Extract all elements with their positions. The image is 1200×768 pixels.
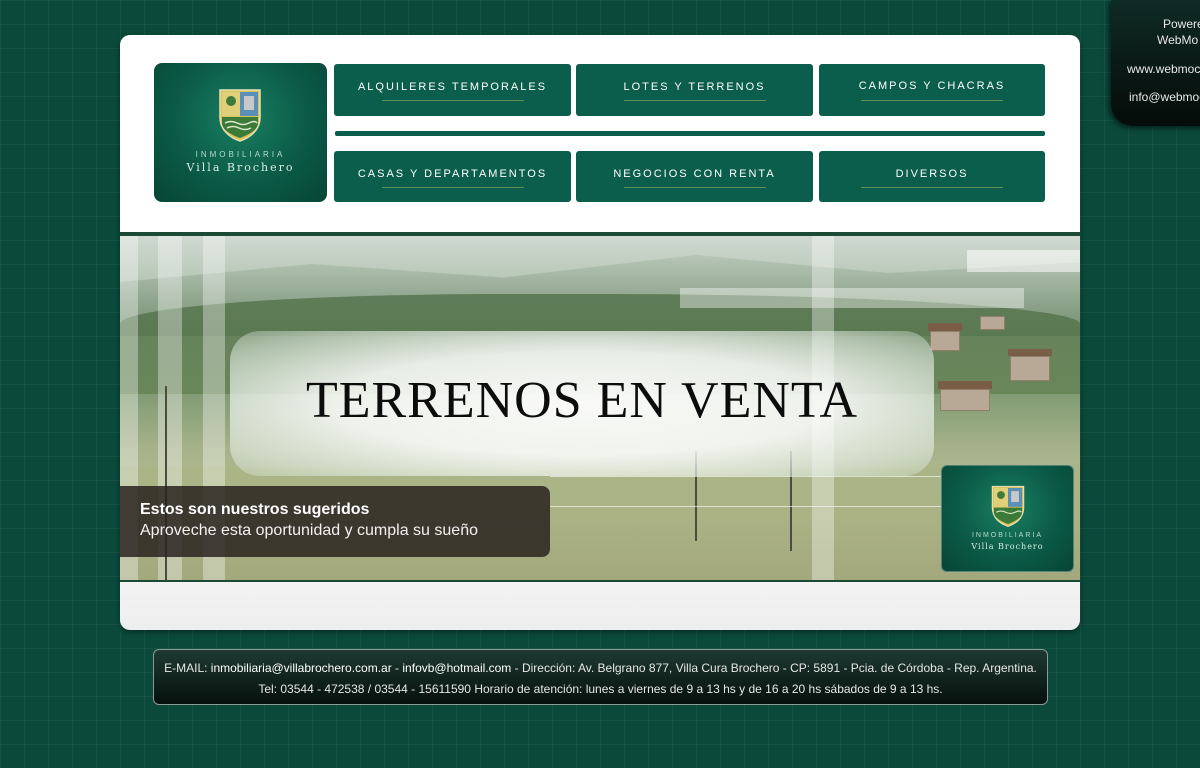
nav-underline (381, 187, 524, 188)
banner-watermark-logo: INMOBILIARIA Villa Brochero (941, 465, 1074, 572)
nav-underline (623, 100, 766, 101)
nav-label: CASAS Y DEPARTAMENTOS (357, 168, 548, 180)
nav-divider (335, 131, 1045, 136)
powered-by-email-link[interactable]: info@webmoc (1129, 90, 1200, 104)
nav-alquileres-temporales[interactable]: ALQUILERES TEMPORALES (334, 64, 571, 116)
nav-label: ALQUILERES TEMPORALES (357, 81, 548, 93)
powered-by-brand: WebMo (1157, 33, 1199, 47)
logo-brand-name: Villa Brochero (186, 161, 295, 174)
nav-label: DIVERSOS (895, 168, 969, 180)
footer-line-phone-hours: Tel: 03544 - 472538 / 03544 - 15611590 H… (258, 682, 943, 696)
footer-line-contact: E-MAIL: inmobiliaria@villabrochero.com.a… (154, 661, 1047, 675)
powered-by-text: Powere (1163, 17, 1200, 31)
banner-wire (550, 476, 950, 477)
footer-email-primary-link[interactable]: inmobiliaria@villabrochero.com.ar (211, 661, 392, 675)
suggestions-text: Aproveche esta oportunidad y cumpla su s… (140, 522, 478, 539)
banner-wire (550, 506, 950, 507)
powered-by-panel: Powere WebMo www.webmoc info@webmoc (1111, 0, 1200, 126)
nav-casas-y-departamentos[interactable]: CASAS Y DEPARTAMENTOS (334, 151, 571, 202)
nav-underline (381, 100, 524, 101)
nav-underline (861, 100, 1003, 101)
banner-light-band (680, 288, 1024, 308)
nav-underline (861, 187, 1003, 188)
banner-headline: TERRENOS EN VENTA (305, 372, 859, 429)
footer-separator: - (391, 661, 403, 675)
nav-negocios-con-renta[interactable]: NEGOCIOS CON RENTA (576, 151, 813, 202)
nav-label: CAMPOS Y CHACRAS (858, 80, 1006, 92)
contact-footer: E-MAIL: inmobiliaria@villabrochero.com.a… (153, 649, 1048, 705)
powered-by-website-link[interactable]: www.webmoc (1127, 62, 1200, 76)
nav-label: LOTES Y TERRENOS (623, 81, 766, 93)
banner-houses (920, 311, 1080, 421)
nav-campos-y-chacras[interactable]: CAMPOS Y CHACRAS (819, 64, 1045, 116)
footer-email-secondary-link[interactable]: infovb@hotmail.com (402, 661, 511, 675)
banner-light-band (967, 250, 1080, 272)
footer-email-label: E-MAIL: (164, 661, 211, 675)
headline-panel: TERRENOS EN VENTA (230, 331, 934, 476)
suggestions-title: Estos son nuestros sugeridos (140, 501, 370, 518)
crest-icon (991, 485, 1025, 527)
footer-address: - Dirección: Av. Belgrano 877, Villa Cur… (511, 661, 1037, 675)
site-logo[interactable]: INMOBILIARIA Villa Brochero (154, 63, 327, 202)
nav-label: NEGOCIOS CON RENTA (613, 168, 776, 180)
hero-banner: TERRENOS EN VENTA Estos son nuestros sug… (120, 232, 1080, 582)
main-card: INMOBILIARIA Villa Brochero ALQUILERES T… (120, 35, 1080, 630)
nav-lotes-y-terrenos[interactable]: LOTES Y TERRENOS (576, 64, 813, 116)
logo-inmobiliaria-text: INMOBILIARIA (195, 150, 286, 159)
watermark-inmobiliaria-text: INMOBILIARIA (971, 532, 1044, 539)
suggestions-caption: Estos son nuestros sugeridos Aproveche e… (120, 486, 550, 557)
crest-icon (219, 89, 261, 142)
nav-diversos[interactable]: DIVERSOS (819, 151, 1045, 202)
nav-underline (623, 187, 766, 188)
watermark-brand-name: Villa Brochero (971, 542, 1044, 551)
